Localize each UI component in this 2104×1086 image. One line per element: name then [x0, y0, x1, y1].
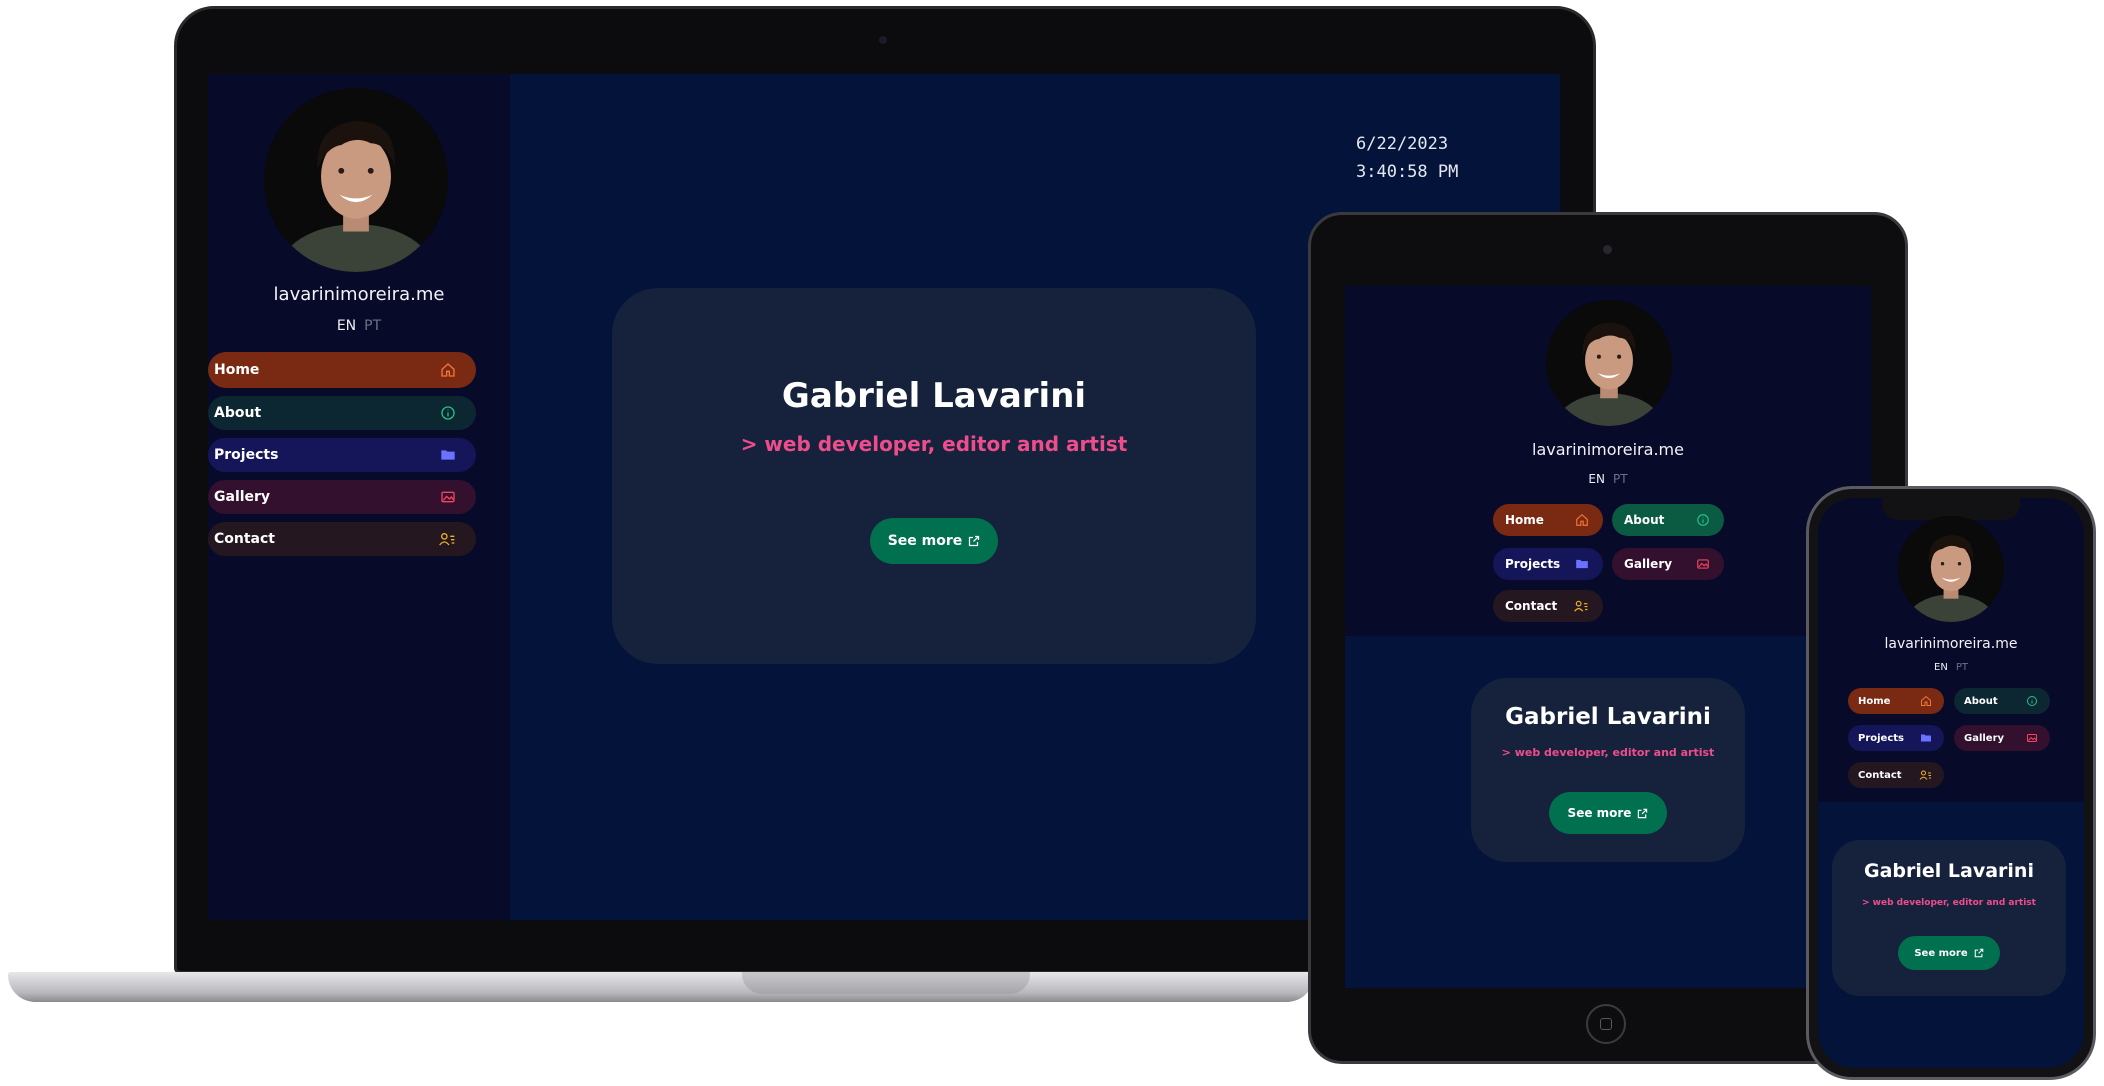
see-more-label: See more — [887, 533, 963, 549]
laptop-base — [8, 972, 1314, 1002]
see-more-button[interactable]: See more — [1898, 936, 2000, 970]
nav-home-label: Home — [1858, 695, 1891, 707]
nav-projects[interactable]: Projects — [208, 438, 476, 472]
nav-contact[interactable]: Contact — [1848, 762, 1944, 788]
lang-en[interactable]: EN — [337, 318, 356, 334]
hero-name: Gabriel Lavarini — [1864, 860, 2034, 882]
nav-projects[interactable]: Projects — [1493, 548, 1603, 580]
external-link-icon — [1638, 808, 1648, 818]
info-icon — [1697, 514, 1709, 526]
nav-home-label: Home — [1505, 513, 1544, 527]
language-switch: EN PT — [1818, 662, 2084, 673]
hero-card: Gabriel Lavarini > web developer, editor… — [1471, 678, 1745, 862]
hero-name: Gabriel Lavarini — [781, 376, 1087, 416]
nav-about[interactable]: About — [208, 396, 476, 430]
folder-icon — [441, 450, 455, 460]
nav-gallery-label: Gallery — [1964, 732, 2005, 744]
tablet-camera — [1603, 245, 1612, 254]
nav-gallery[interactable]: Gallery — [208, 480, 476, 514]
user-list-icon — [1919, 770, 1931, 780]
image-icon — [441, 491, 455, 503]
clock: 6/22/2023 3:40:58 PM — [1356, 130, 1458, 186]
nav-projects[interactable]: Projects — [1848, 725, 1944, 751]
external-link-icon — [969, 535, 980, 547]
lang-en[interactable]: EN — [1934, 662, 1948, 673]
site-domain[interactable]: lavarinimoreira.me — [1818, 636, 2084, 652]
see-more-button[interactable]: See more — [1549, 792, 1667, 834]
home-icon — [1921, 695, 1931, 706]
lang-pt[interactable]: PT — [1956, 662, 1968, 673]
nav-contact-label: Contact — [214, 531, 275, 547]
nav-contact-label: Contact — [1858, 769, 1902, 781]
laptop-notch — [742, 972, 1030, 994]
home-icon — [1576, 513, 1588, 526]
home-icon — [441, 363, 455, 377]
info-icon — [441, 406, 455, 420]
nav-about-label: About — [1624, 513, 1665, 527]
profile-photo — [1546, 300, 1672, 426]
nav-projects-label: Projects — [1505, 557, 1561, 571]
user-list-icon — [1574, 600, 1588, 612]
info-icon — [2027, 696, 2037, 706]
nav-home[interactable]: Home — [1493, 504, 1603, 536]
nav-home-label: Home — [214, 362, 260, 378]
nav-gallery-label: Gallery — [1624, 557, 1673, 571]
nav-about-label: About — [214, 405, 262, 421]
hero-role: > web developer, editor and artist — [740, 432, 1128, 456]
nav-contact[interactable]: Contact — [1493, 590, 1603, 622]
external-link-icon — [1974, 948, 1983, 958]
nav-contact[interactable]: Contact — [208, 522, 476, 556]
language-switch: EN PT — [208, 318, 510, 334]
hero-card: Gabriel Lavarini > web developer, editor… — [612, 288, 1256, 664]
profile-photo — [1898, 516, 2004, 622]
hero-role: > web developer, editor and artist — [1862, 898, 2036, 908]
tablet-home-button[interactable] — [1586, 1004, 1626, 1044]
clock-date: 6/22/2023 — [1356, 134, 1449, 154]
nav-projects-label: Projects — [214, 447, 279, 463]
hero-name: Gabriel Lavarini — [1505, 704, 1711, 730]
hero-card: Gabriel Lavarini > web developer, editor… — [1832, 840, 2066, 996]
image-icon — [2027, 734, 2037, 742]
folder-icon — [1921, 734, 1931, 742]
clock-time: 3:40:58 PM — [1356, 162, 1459, 182]
profile-photo — [264, 88, 448, 272]
tablet-screen: lavarinimoreira.me EN PT Home About Proje… — [1345, 286, 1871, 988]
nav-gallery[interactable]: Gallery — [1612, 548, 1724, 580]
avatar — [1898, 516, 2004, 622]
phone-screen: lavarinimoreira.me EN PT Home About Proje… — [1818, 498, 2084, 1068]
nav-home[interactable]: Home — [1848, 688, 1944, 714]
nav-about[interactable]: About — [1612, 504, 1724, 536]
nav-home[interactable]: Home — [208, 352, 476, 388]
hero-role: > web developer, editor and artist — [1501, 746, 1715, 759]
avatar — [1546, 300, 1672, 426]
nav-projects-label: Projects — [1858, 732, 1905, 744]
laptop-camera — [879, 36, 887, 44]
nav-about[interactable]: About — [1954, 688, 2050, 714]
language-switch: EN PT — [1345, 472, 1871, 486]
see-more-label: See more — [1567, 806, 1632, 820]
nav-gallery-label: Gallery — [214, 489, 271, 505]
see-more-label: See more — [1914, 947, 1968, 959]
site-domain[interactable]: lavarinimoreira.me — [1345, 440, 1871, 459]
site-domain[interactable]: lavarinimoreira.me — [208, 284, 510, 305]
nav-contact-label: Contact — [1505, 599, 1558, 613]
lang-en[interactable]: EN — [1588, 472, 1605, 486]
avatar — [264, 88, 448, 272]
folder-icon — [1576, 559, 1588, 569]
lang-pt[interactable]: PT — [364, 318, 381, 334]
user-list-icon — [439, 533, 455, 546]
see-more-button[interactable]: See more — [870, 518, 998, 564]
image-icon — [1697, 559, 1709, 569]
nav-gallery[interactable]: Gallery — [1954, 725, 2050, 751]
nav-about-label: About — [1964, 695, 1998, 707]
lang-pt[interactable]: PT — [1613, 472, 1628, 486]
